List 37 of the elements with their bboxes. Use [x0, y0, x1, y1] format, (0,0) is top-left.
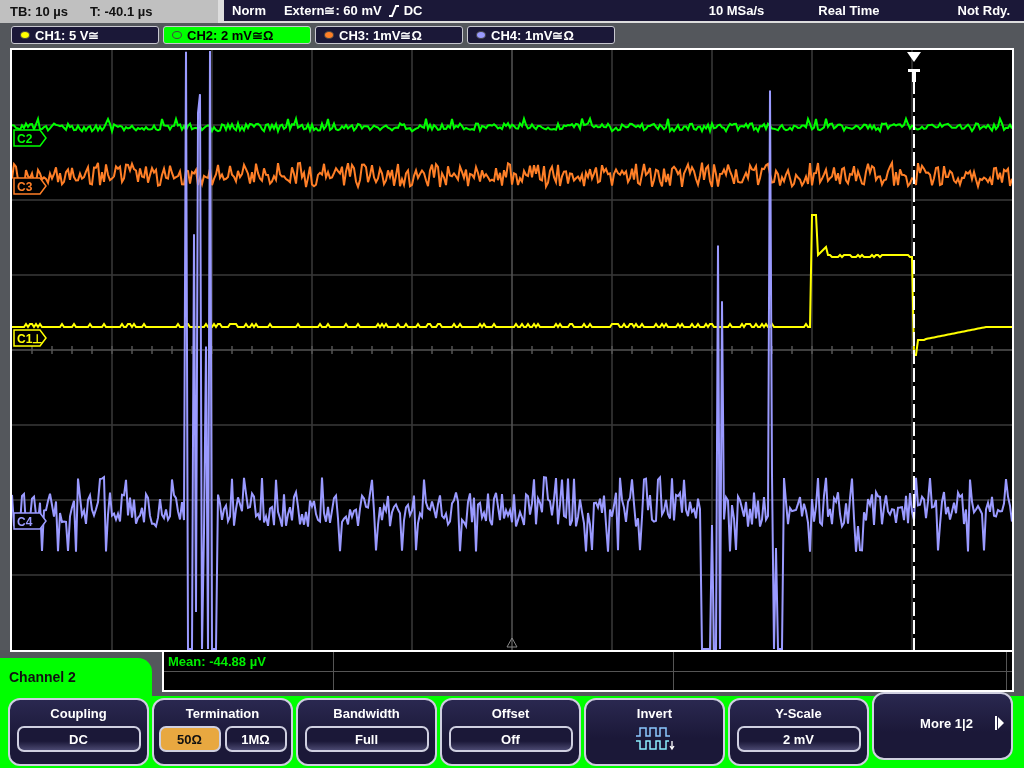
channel-marker: C4 [13, 512, 47, 530]
softkey[interactable]: Offset Off [440, 698, 581, 766]
channel-tab[interactable]: CH1: 5 V≅ [11, 26, 159, 45]
rising-edge-icon [387, 3, 400, 18]
softkey-value[interactable]: Off [448, 726, 573, 752]
channel-tab[interactable]: CH2: 2 mV≅Ω [163, 26, 311, 45]
measurement-value: Mean: -44.88 µV [168, 654, 266, 669]
softkey[interactable]: Y-Scale 2 mV [728, 698, 869, 766]
more-label: More 1|2 [920, 715, 973, 731]
trigger-marker-icon [907, 52, 921, 82]
termination-option[interactable]: 50Ω [158, 726, 221, 752]
softkey-value[interactable]: 2 mV [736, 726, 861, 752]
menu-title: Channel 2 [9, 669, 76, 685]
acquisition-mode: Real Time [818, 3, 880, 19]
trigger-time-readout: T: -40.1 µs [90, 4, 153, 20]
trigger-source: Extern≅: 60 mV [283, 3, 382, 19]
channel-marker: C1⊥ [13, 329, 47, 347]
trigger-state: Not Rdy. [957, 3, 1010, 19]
softkey[interactable]: Coupling DC [8, 698, 149, 766]
channel-tab[interactable]: CH4: 1mV≅Ω [467, 26, 615, 45]
softkey[interactable]: Bandwidth Full [296, 698, 437, 766]
softkey-value[interactable]: DC [16, 726, 141, 752]
invert-waveform-icon [634, 726, 675, 752]
softkey-value[interactable]: Full [304, 726, 429, 752]
softkey[interactable]: More 1|2 [872, 692, 1013, 760]
trigger-mode: Norm [232, 3, 266, 19]
sample-rate: 10 MSa/s [708, 3, 765, 19]
softkey[interactable]: Termination 50Ω 1MΩ [152, 698, 293, 766]
trigger-coupling: DC [403, 3, 423, 19]
channel-marker: C3 [13, 177, 47, 195]
channel-tab[interactable]: CH3: 1mV≅Ω [315, 26, 463, 45]
termination-option[interactable]: 1MΩ [224, 726, 287, 752]
channel-marker: C2 [13, 129, 47, 147]
timebase-readout: TB: 10 µs [10, 4, 69, 20]
next-page-icon [994, 715, 1005, 731]
softkey[interactable]: Invert [584, 698, 725, 766]
trigger-position-icon [506, 637, 518, 648]
